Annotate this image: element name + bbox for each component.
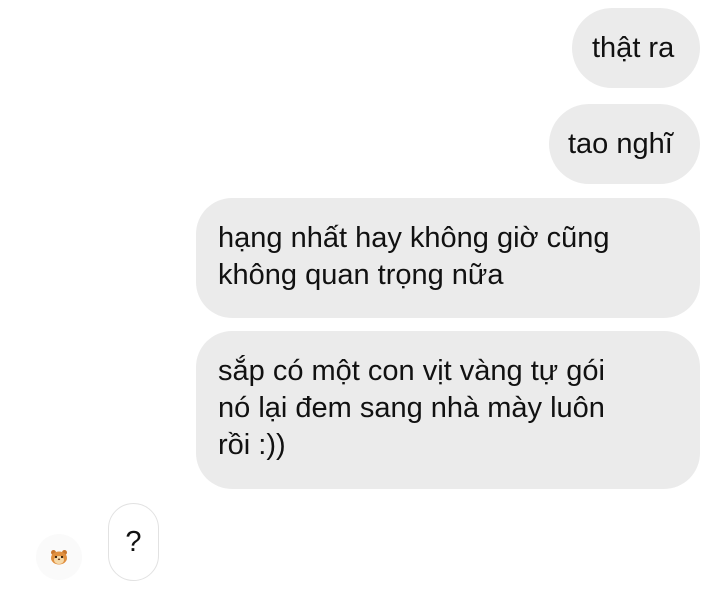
message-text-line: nó lại đem sang nhà mày luôn — [218, 392, 605, 424]
message-text: thật ra — [592, 32, 675, 64]
sent-message-bubble[interactable]: hạng nhất hay không giờ cũng không quan … — [196, 198, 700, 318]
sent-message-bubble[interactable]: sắp có một con vịt vàng tự gói nó lại đe… — [196, 331, 700, 489]
received-message-bubble[interactable]: ? — [108, 503, 159, 581]
hamster-icon — [51, 550, 67, 565]
message-text-line: không quan trọng nữa — [218, 259, 504, 291]
message-text-line: hạng nhất hay không giờ cũng — [218, 222, 610, 254]
message-text-line: rồi :)) — [218, 429, 286, 461]
message-text: ? — [125, 526, 142, 558]
sent-message-bubble[interactable]: tao nghĩ — [549, 104, 700, 184]
contact-avatar[interactable] — [36, 534, 82, 580]
sent-message-bubble[interactable]: thật ra — [572, 8, 700, 88]
message-text: tao nghĩ — [568, 128, 673, 160]
message-text-line: sắp có một con vịt vàng tự gói — [218, 355, 605, 387]
